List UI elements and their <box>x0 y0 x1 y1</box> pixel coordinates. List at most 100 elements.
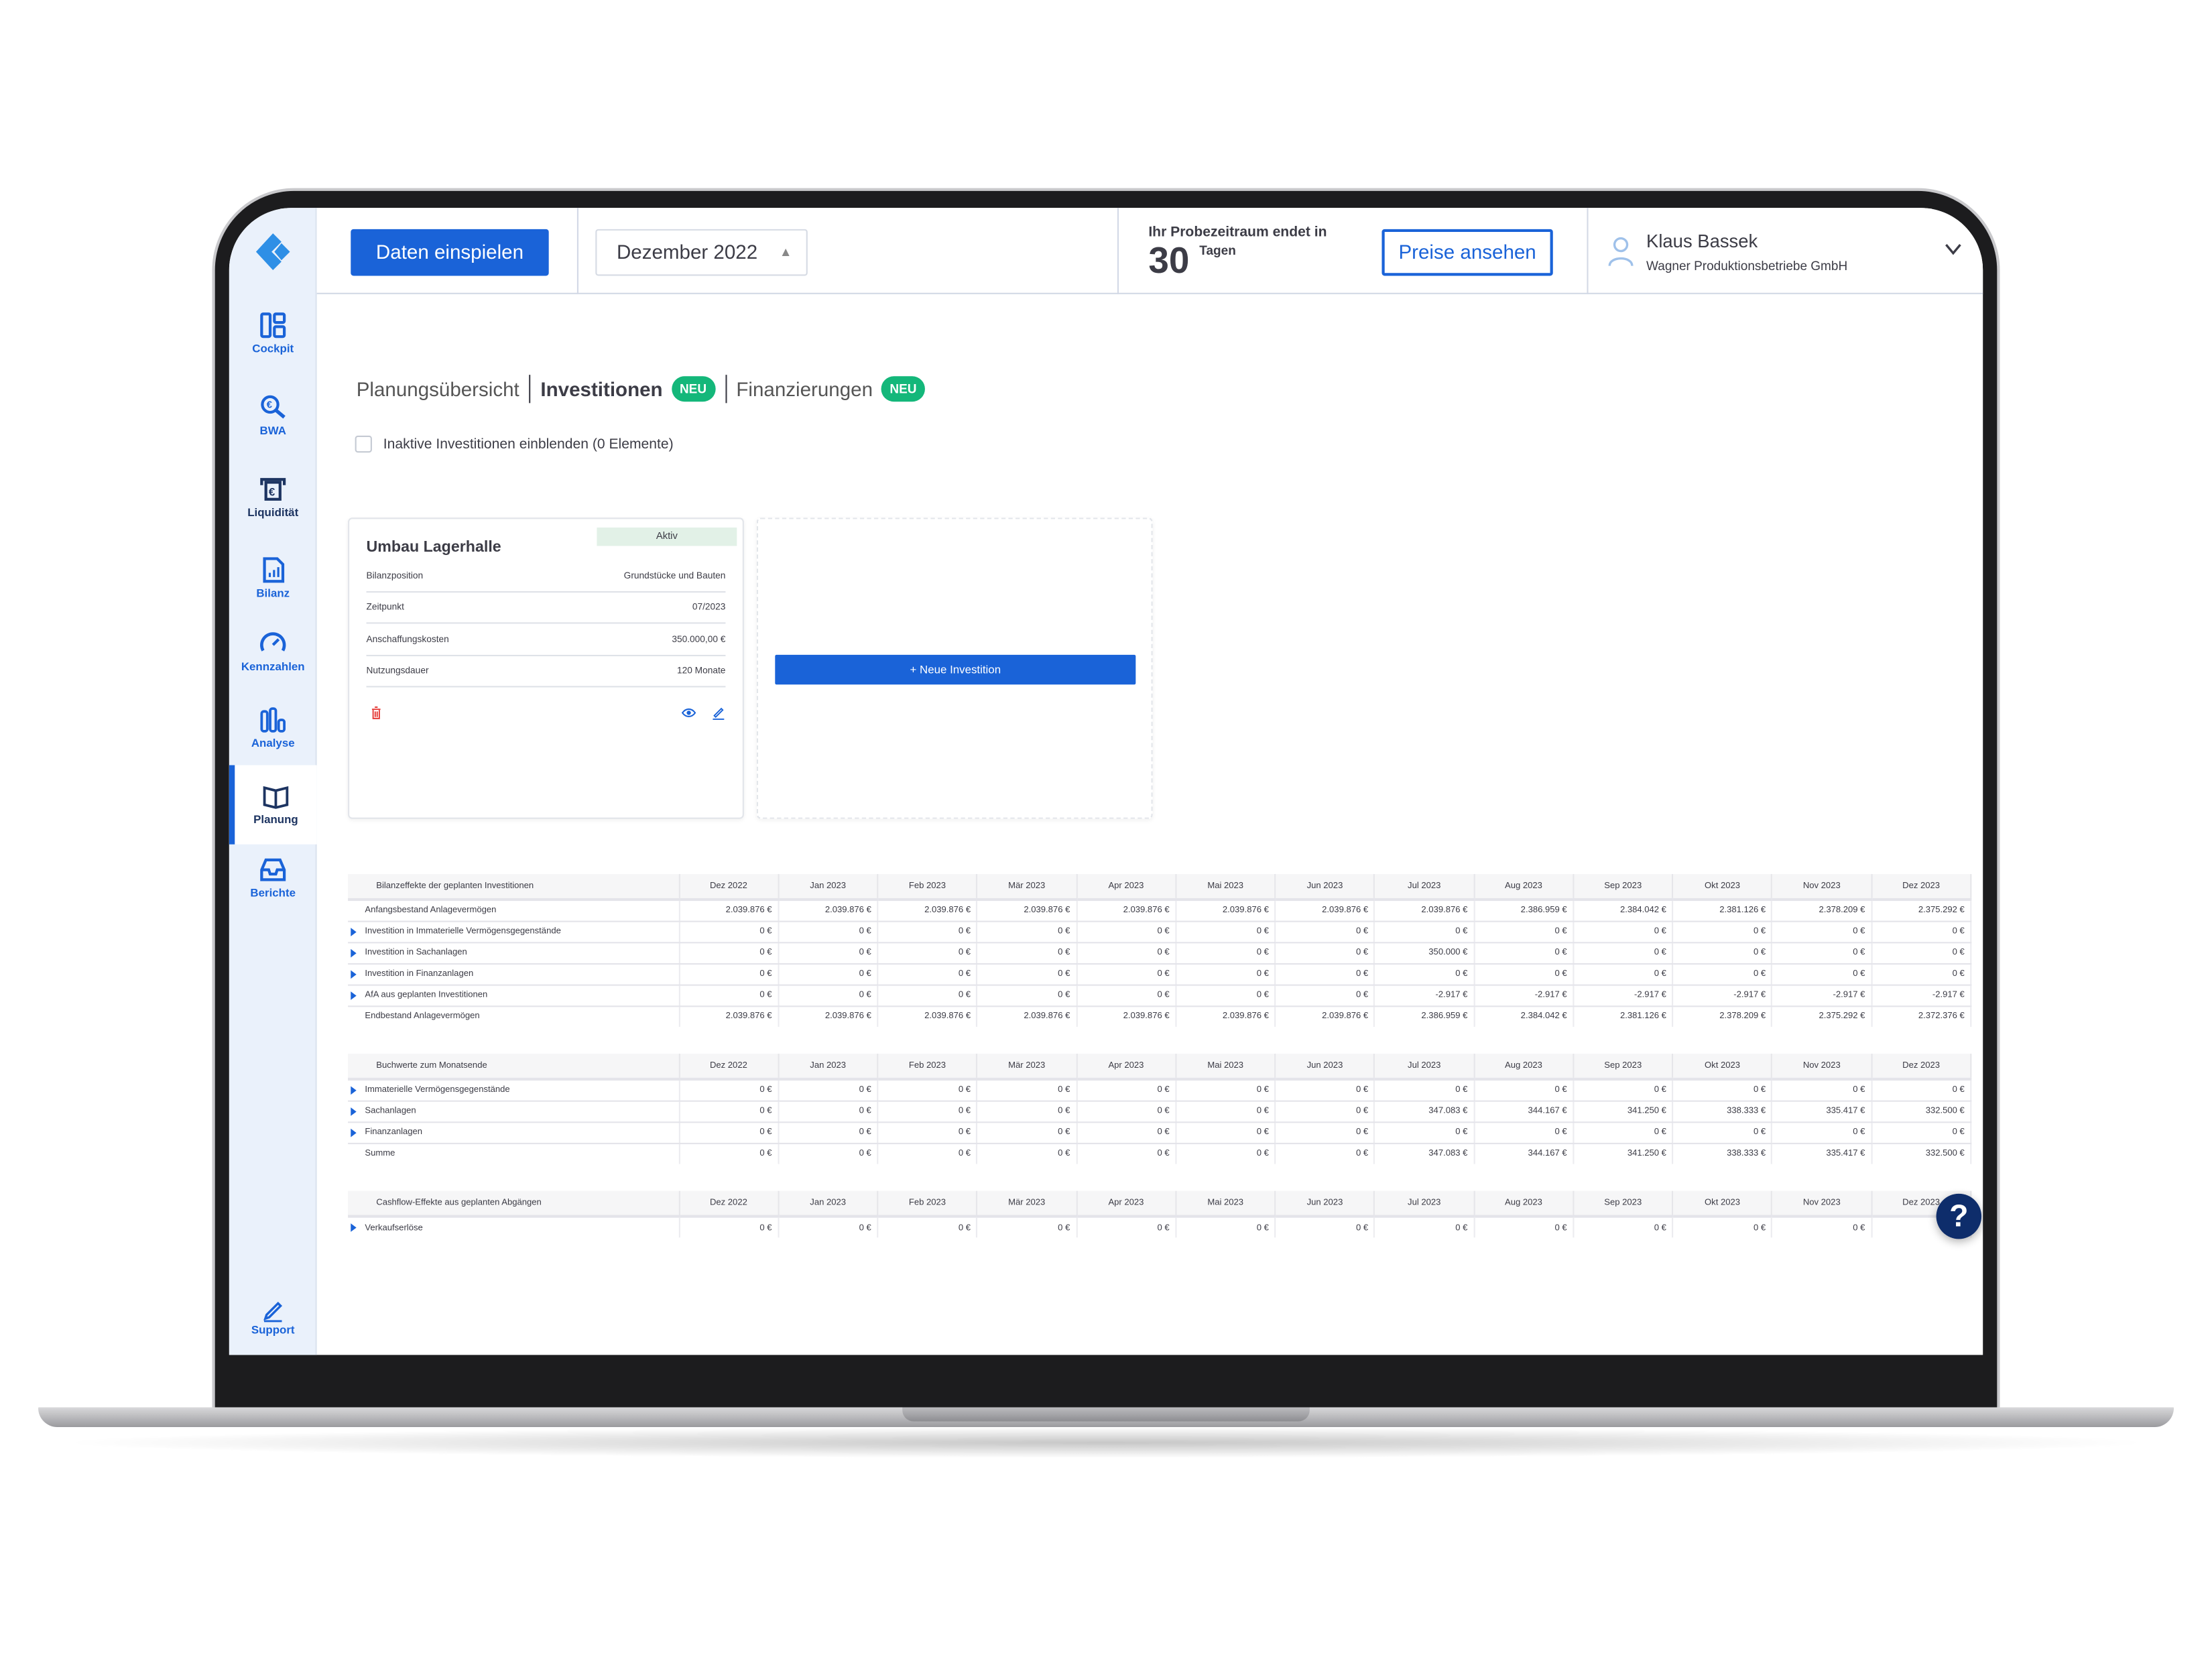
company-name: Wagner Produktionsbetriebe GmbH <box>1646 259 1848 273</box>
month-header: Nov 2023 <box>1772 873 1872 902</box>
trash-icon[interactable] <box>369 706 383 720</box>
bar-chart-icon <box>260 707 286 733</box>
sidebar-item-liquiditaet[interactable]: € Liquidität <box>229 475 317 546</box>
row-label[interactable]: Investition in Finanzanlagen <box>348 963 680 985</box>
expand-caret-icon[interactable] <box>351 1086 357 1095</box>
table-cell: 2.384.042 € <box>1573 899 1674 922</box>
new-investment-button[interactable]: + Neue Investition <box>775 654 1136 685</box>
tab-finanzierungen[interactable]: Finanzierungen <box>736 377 873 400</box>
period-select[interactable]: Dezember 2022 ▲ <box>595 229 808 276</box>
tab-investitionen[interactable]: Investitionen <box>540 377 662 400</box>
tab-planungsuebersicht[interactable]: Planungsübersicht <box>357 377 519 400</box>
expand-caret-icon[interactable] <box>351 1223 357 1232</box>
period-select-value: Dezember 2022 <box>616 240 758 263</box>
table-row: Anfangsbestand Anlagevermögen 2.039.876 €… <box>348 899 1972 922</box>
table-cell: 0 € <box>877 1079 978 1101</box>
table-cell: 0 € <box>877 1100 978 1123</box>
row-label-text: Anfangsbestand Anlagevermögen <box>365 905 497 916</box>
planning-table: Cashflow-Effekte aus geplanten Abgängen D… <box>348 1190 1972 1238</box>
table-cell: -2.917 € <box>1871 984 1972 1007</box>
user-name[interactable]: Klaus Bassek <box>1646 231 1758 252</box>
sidebar: Cockpit € BWA € Liquidität Bilanz Kennza… <box>229 208 317 1355</box>
table-row[interactable]: Finanzanlagen 0 €0 €0 €0 €0 €0 €0 €0 €0 €… <box>348 1121 1972 1144</box>
user-icon <box>1608 237 1634 267</box>
table-cell: 0 € <box>1473 963 1575 985</box>
table-title: Cashflow-Effekte aus geplanten Abgängen <box>348 1190 680 1218</box>
table-cell: 0 € <box>1176 1142 1276 1164</box>
table-cell: -2.917 € <box>1473 984 1575 1007</box>
expand-caret-icon[interactable] <box>351 1127 357 1137</box>
row-value: 07/2023 <box>692 602 726 613</box>
view-prices-button[interactable]: Preise ansehen <box>1381 229 1553 276</box>
month-header: Mär 2023 <box>977 873 1077 902</box>
row-label[interactable]: Sachanlagen <box>348 1100 680 1123</box>
sidebar-item-cockpit[interactable]: Cockpit <box>229 311 317 381</box>
table-cell: 2.378.209 € <box>1772 899 1872 922</box>
table-row[interactable]: Investition in Immaterielle Vermögensgeg… <box>348 920 1972 943</box>
table-cell: 347.083 € <box>1374 1142 1475 1164</box>
support-button[interactable]: Support <box>229 1297 317 1337</box>
row-label: Zeitpunkt <box>366 602 404 613</box>
sidebar-item-label: Liquidität <box>247 506 299 519</box>
table-cell: 0 € <box>977 1142 1077 1164</box>
table-cell: 2.039.876 € <box>977 899 1077 922</box>
chevron-down-icon[interactable] <box>1943 239 1963 259</box>
expand-caret-icon[interactable] <box>351 991 357 999</box>
table-row[interactable]: Investition in Finanzanlagen 0 €0 €0 €0 €… <box>348 963 1972 985</box>
table-row[interactable]: Investition in Sachanlagen 0 €0 €0 €0 €0 … <box>348 942 1972 964</box>
row-label-text: Investition in Immaterielle Vermögensgeg… <box>365 926 561 936</box>
euro-search-icon: € <box>261 395 286 419</box>
divider <box>1117 208 1119 294</box>
table-cell: 0 € <box>1275 1100 1375 1123</box>
table-cell: 0 € <box>778 942 879 964</box>
row-label[interactable]: Finanzanlagen <box>348 1121 680 1144</box>
month-header: Apr 2023 <box>1076 1190 1177 1218</box>
eye-icon[interactable] <box>682 706 696 720</box>
table-cell: 0 € <box>977 920 1077 943</box>
inactive-investments-checkbox[interactable]: Inaktive Investitionen einblenden (0 Ele… <box>355 435 674 453</box>
edit-icon[interactable] <box>711 706 725 720</box>
table-cell: 0 € <box>977 1100 1077 1123</box>
sidebar-item-kennzahlen[interactable]: Kennzahlen <box>229 629 317 700</box>
sidebar-item-bwa[interactable]: € BWA <box>229 393 317 465</box>
table-row[interactable]: Immaterielle Vermögensgegenstände 0 €0 €0… <box>348 1079 1972 1101</box>
table-cell: 0 € <box>877 942 978 964</box>
sidebar-item-planung[interactable]: Planung <box>229 765 317 845</box>
new-badge: NEU <box>881 376 926 402</box>
table-row[interactable]: AfA aus geplanten Investitionen 0 €0 €0 €… <box>348 984 1972 1007</box>
row-label-text: AfA aus geplanten Investitionen <box>365 989 488 1000</box>
table-cell: 2.039.876 € <box>877 1005 978 1027</box>
sidebar-item-berichte[interactable]: Berichte <box>229 856 317 927</box>
card-row: Anschaffungskosten 350.000,00 € <box>366 625 726 657</box>
row-value: Grundstücke und Bauten <box>623 571 726 582</box>
import-data-button[interactable]: Daten einspielen <box>351 229 549 276</box>
month-header: Apr 2023 <box>1076 873 1177 902</box>
table-cell: 2.375.292 € <box>1772 1005 1872 1027</box>
table-row[interactable]: Verkaufserlöse 0 €0 €0 €0 €0 €0 €0 €0 €0 … <box>348 1216 1972 1238</box>
table-cell: 0 € <box>977 942 1077 964</box>
expand-caret-icon[interactable] <box>351 1107 357 1115</box>
table-cell: 335.417 € <box>1772 1100 1872 1123</box>
row-label[interactable]: Investition in Sachanlagen <box>348 942 680 964</box>
row-label[interactable]: Verkaufserlöse <box>348 1216 680 1238</box>
table-cell: 2.381.126 € <box>1672 899 1773 922</box>
month-header: Mär 2023 <box>977 1190 1077 1218</box>
row-label[interactable]: Investition in Immaterielle Vermögensgeg… <box>348 920 680 943</box>
row-label[interactable]: Immaterielle Vermögensgegenstände <box>348 1079 680 1101</box>
row-label: Endbestand Anlagevermögen <box>348 1005 680 1027</box>
expand-caret-icon[interactable] <box>351 948 357 957</box>
expand-caret-icon[interactable] <box>351 969 357 979</box>
table-cell: 0 € <box>1275 942 1375 964</box>
expand-caret-icon[interactable] <box>351 927 357 936</box>
laptop-notch <box>902 1407 1310 1422</box>
table-row[interactable]: Sachanlagen 0 €0 €0 €0 €0 €0 €0 €347.083 … <box>348 1100 1972 1123</box>
row-label[interactable]: AfA aus geplanten Investitionen <box>348 984 680 1007</box>
table-cell: 0 € <box>1076 984 1177 1007</box>
table-cell: 0 € <box>877 1142 978 1164</box>
help-button[interactable]: ? <box>1936 1193 1982 1239</box>
sidebar-item-bilanz[interactable]: Bilanz <box>229 556 317 627</box>
month-header: Mai 2023 <box>1176 873 1276 902</box>
month-header: Dez 2022 <box>678 1053 780 1081</box>
month-header: Feb 2023 <box>877 1053 978 1081</box>
checkbox[interactable] <box>355 435 372 453</box>
